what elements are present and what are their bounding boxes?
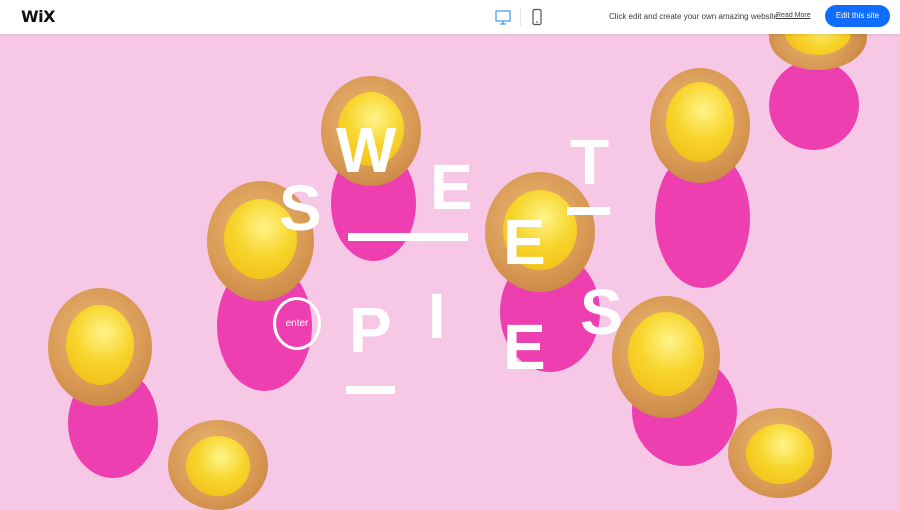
title-letter: P (349, 294, 392, 366)
title-underline (346, 386, 395, 394)
enter-button[interactable]: enter (273, 297, 321, 350)
title-letter: E (503, 206, 546, 278)
edit-this-site-button[interactable]: Edit this site (825, 5, 890, 27)
title-letter: E (430, 151, 473, 223)
editor-tagline: Click edit and create your own amazing w… (609, 12, 778, 21)
title-letter: E (503, 311, 546, 383)
desktop-icon[interactable] (494, 8, 512, 26)
title-underline (348, 233, 468, 241)
title-letter: S (580, 276, 623, 348)
editor-top-bar: WiX Click edit and create your own amazi… (0, 0, 900, 34)
title-letter: S (279, 172, 322, 244)
title-letter: I (428, 280, 446, 352)
title-letter: W (336, 114, 397, 186)
wix-logo[interactable]: WiX (21, 7, 55, 26)
read-more-link[interactable]: Read More (776, 12, 811, 19)
mobile-icon[interactable] (528, 8, 546, 26)
title-letter: T (570, 126, 610, 198)
title-underline (567, 207, 610, 215)
device-divider (520, 8, 521, 26)
